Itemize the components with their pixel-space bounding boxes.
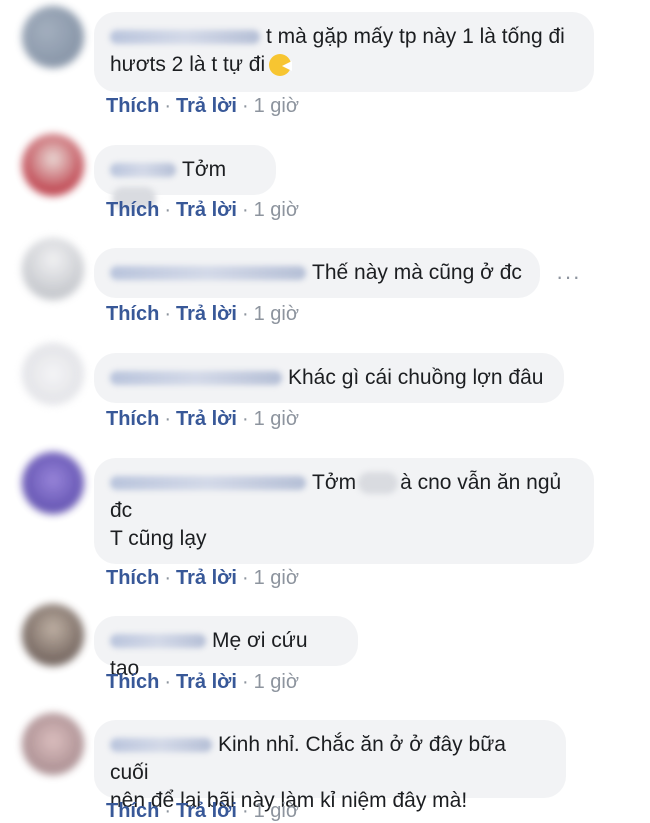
- like-button[interactable]: Thích: [106, 567, 159, 589]
- timestamp[interactable]: 1 giờ: [254, 567, 299, 589]
- avatar[interactable]: [22, 343, 84, 405]
- separator: ·: [241, 671, 249, 693]
- comment-bubble: Thế này mà cũng ở đc: [94, 248, 540, 298]
- avatar[interactable]: [22, 134, 84, 196]
- comment-bubble: Mẹ ơi cứu tao: [94, 616, 358, 680]
- commenter-name[interactable]: [110, 266, 306, 281]
- like-button[interactable]: Thích: [106, 303, 159, 325]
- timestamp[interactable]: 1 giờ: [254, 671, 299, 693]
- separator: ·: [164, 567, 172, 589]
- like-button[interactable]: Thích: [106, 408, 159, 430]
- timestamp[interactable]: 1 giờ: [254, 408, 299, 430]
- like-button[interactable]: Thích: [106, 95, 159, 117]
- comment-text-line-3: T cũng lạy: [110, 527, 207, 550]
- avatar[interactable]: [22, 604, 84, 666]
- separator: ·: [164, 671, 172, 693]
- timestamp[interactable]: 1 giờ: [254, 303, 299, 325]
- commenter-name[interactable]: [110, 371, 282, 386]
- commenter-name[interactable]: [110, 163, 176, 178]
- comment-bubble: t mà gặp mấy tp này 1 là tống đi hươts 2…: [94, 12, 594, 92]
- commenter-name[interactable]: [110, 30, 260, 45]
- comment-actions: Thích · Trả lời · 1 giờ: [106, 408, 299, 431]
- more-options-icon[interactable]: ···: [556, 264, 581, 290]
- separator: ·: [241, 303, 249, 325]
- like-button[interactable]: Thích: [106, 671, 159, 693]
- comment-bubble: Tởm à cno vẫn ăn ngủ đc T cũng lạy: [94, 458, 594, 564]
- comment-actions: Thích · Trả lời · 1 giờ: [106, 95, 299, 118]
- comment-actions: Thích · Trả lời · 1 giờ: [106, 800, 299, 823]
- separator: ·: [164, 303, 172, 325]
- avatar[interactable]: [22, 238, 84, 300]
- comment-bubble: Khác gì cái chuồng lợn đâu: [94, 353, 564, 403]
- avatar[interactable]: [22, 6, 84, 68]
- reply-button[interactable]: Trả lời: [176, 408, 237, 430]
- reply-button[interactable]: Trả lời: [176, 303, 237, 325]
- comment-text: t mà gặp mấy tp này 1 là tống đi: [266, 25, 565, 48]
- avatar[interactable]: [22, 713, 84, 775]
- comment-text-line-2: đc: [110, 499, 133, 522]
- separator: ·: [241, 199, 249, 221]
- like-button[interactable]: Thích: [106, 800, 159, 822]
- separator: ·: [241, 408, 249, 430]
- comment-bubble: Kinh nhỉ. Chắc ăn ở ở đây bữa cuối nên đ…: [94, 720, 566, 812]
- commenter-name[interactable]: [110, 476, 306, 491]
- reply-button[interactable]: Trả lời: [176, 671, 237, 693]
- comment-text: Tởm: [182, 158, 227, 181]
- commenter-name[interactable]: [110, 634, 206, 649]
- reply-button[interactable]: Trả lời: [176, 567, 237, 589]
- separator: ·: [164, 408, 172, 430]
- comment-actions: Thích · Trả lời · 1 giờ: [106, 199, 299, 222]
- separator: ·: [164, 199, 172, 221]
- separator: ·: [164, 95, 172, 117]
- reply-button[interactable]: Trả lời: [176, 95, 237, 117]
- comment-text: Khác gì cái chuồng lợn đâu: [288, 366, 544, 389]
- timestamp[interactable]: 1 giờ: [254, 800, 299, 822]
- separator: ·: [241, 800, 249, 822]
- comment-actions: Thích · Trả lời · 1 giờ: [106, 303, 299, 326]
- comment-actions: Thích · Trả lời · 1 giờ: [106, 671, 299, 694]
- reply-button[interactable]: Trả lời: [176, 800, 237, 822]
- comment-text-line-2: hươts 2 là t tự đi: [110, 53, 266, 76]
- avatar[interactable]: [22, 452, 84, 514]
- separator: ·: [241, 567, 249, 589]
- separator: ·: [241, 95, 249, 117]
- reply-button[interactable]: Trả lời: [176, 199, 237, 221]
- redacted-text: [358, 472, 399, 495]
- comment-bubble: Tởm: [94, 145, 276, 210]
- comment-text: Tởm: [312, 471, 357, 494]
- timestamp[interactable]: 1 giờ: [254, 199, 299, 221]
- separator: ·: [164, 800, 172, 822]
- comment-text-continued: à cno vẫn ăn ngủ: [400, 471, 562, 494]
- commenter-name[interactable]: [110, 738, 212, 753]
- comment-actions: Thích · Trả lời · 1 giờ: [106, 567, 299, 590]
- like-button[interactable]: Thích: [106, 199, 159, 221]
- emoji-grinning-icon: [269, 54, 293, 77]
- timestamp[interactable]: 1 giờ: [254, 95, 299, 117]
- comment-text: Thế này mà cũng ở đc: [312, 261, 522, 284]
